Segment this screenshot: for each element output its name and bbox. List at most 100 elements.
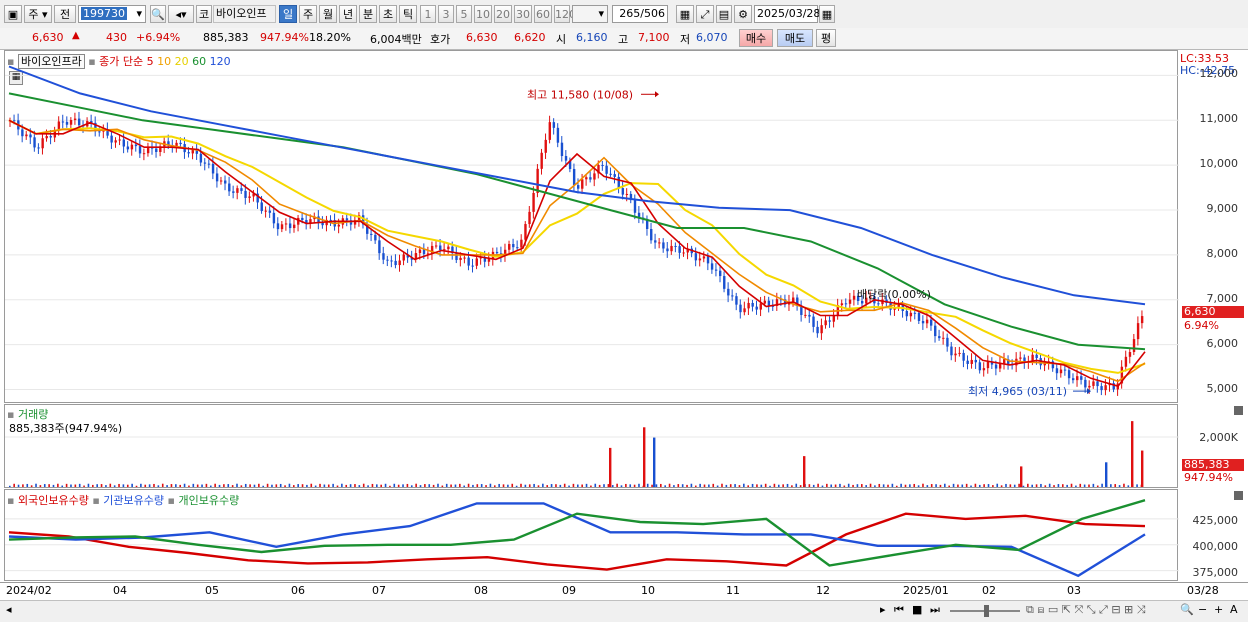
volume-bar xyxy=(865,485,867,487)
toolbar: ▣ 주 ▾ 전 199730 ▾ 🔍 ◂▾ 코 바이오인프 일 주 월 년 분 … xyxy=(0,0,1248,29)
candle-body xyxy=(122,139,125,147)
price-chart-panel[interactable]: ▪ 바이오인프라 ▪ 종가 단순 5 10 20 60 120 ▦ 최고 11,… xyxy=(4,50,1179,403)
period-day[interactable]: 일 xyxy=(279,5,297,23)
eval-button[interactable]: 평 xyxy=(816,29,836,47)
scroll-first-icon[interactable]: ⏮ xyxy=(894,603,904,617)
save-icon[interactable]: ▤ xyxy=(716,5,732,23)
interval-1[interactable]: 1 xyxy=(420,5,436,23)
volume-bar xyxy=(288,483,291,487)
type-select-2[interactable]: 전 xyxy=(54,5,76,23)
period-tick[interactable]: 틱 xyxy=(399,5,417,23)
candle-body xyxy=(114,140,117,143)
interval-120[interactable]: 120 xyxy=(554,5,576,23)
bar-count-field[interactable]: 265/506 xyxy=(612,5,668,23)
period-month[interactable]: 월 xyxy=(319,5,337,23)
price-change-pct: +6.94% xyxy=(136,31,181,44)
holding-chart-panel[interactable]: ▪ 외국인보유수량 ▪ 기관보유수량 ▪ 개인보유수량 xyxy=(4,489,1179,581)
type-select-1-label: 주 xyxy=(28,8,39,21)
volume-bar xyxy=(996,483,999,487)
period-week[interactable]: 주 xyxy=(299,5,317,23)
period-year[interactable]: 년 xyxy=(339,5,357,23)
dividend-annotation: 배당락(0.00%) xyxy=(857,288,931,301)
panel-max-icon[interactable] xyxy=(1234,406,1243,415)
volume-bar xyxy=(419,485,422,487)
candle-body xyxy=(723,276,726,289)
volume-bar xyxy=(1110,484,1112,487)
candle-body xyxy=(938,336,941,339)
candle-body xyxy=(207,163,211,165)
volume-bar xyxy=(30,485,33,487)
zoom-out-icon[interactable]: 🔍 xyxy=(1180,603,1194,616)
period-second[interactable]: 초 xyxy=(379,5,397,23)
volume-bar xyxy=(70,484,72,487)
plus-icon[interactable]: + xyxy=(1214,603,1223,616)
volume-bar xyxy=(1061,484,1064,487)
sell-button[interactable]: 매도 xyxy=(777,29,813,47)
window-menu-icon[interactable]: ▣ xyxy=(4,5,22,23)
candle-body xyxy=(390,260,393,262)
volume-bar xyxy=(812,484,815,487)
search-icon[interactable]: 🔍 xyxy=(150,5,166,23)
speaker-icon[interactable]: ◂▾ xyxy=(168,5,194,23)
candle-body xyxy=(666,248,669,252)
volume-bar xyxy=(922,483,924,487)
volume-chart-panel[interactable]: ▪ 거래량 885,383주(947.94%) xyxy=(4,404,1179,488)
date-field[interactable]: 2025/03/28 xyxy=(754,5,820,23)
grid-icon[interactable]: ▦ xyxy=(676,5,694,23)
font-size-icon[interactable]: A xyxy=(1230,603,1238,616)
zoom-slider-handle[interactable] xyxy=(984,605,989,617)
interval-60[interactable]: 60 xyxy=(534,5,552,23)
interval-5[interactable]: 5 xyxy=(456,5,472,23)
candle-body xyxy=(605,165,608,174)
chevron-down-icon[interactable]: ▾ xyxy=(136,6,142,22)
toolbar-icons[interactable]: ⧉ ⧈ ▭ ⇱ ⤧ ⤡ ⤢ ⊟ ⊞ ⤨ xyxy=(1026,603,1146,617)
scroll-left-icon[interactable]: ◂ xyxy=(6,603,12,616)
volume-bar xyxy=(48,484,50,487)
gear-icon[interactable]: ⚙ xyxy=(734,5,752,23)
candle-body xyxy=(219,180,223,182)
interval-custom-select[interactable]: ▾ xyxy=(572,5,608,23)
volume-bar xyxy=(179,484,181,487)
draw-line-icon[interactable]: ⤢ xyxy=(696,5,714,23)
type-select-1[interactable]: 주 ▾ xyxy=(24,5,52,23)
interval-20[interactable]: 20 xyxy=(494,5,512,23)
calendar-icon[interactable]: ▦ xyxy=(819,5,835,23)
interval-10[interactable]: 10 xyxy=(474,5,492,23)
stock-code-input[interactable]: 199730 ▾ xyxy=(78,5,146,23)
panel-max-icon[interactable] xyxy=(1234,491,1243,500)
candle-body xyxy=(224,180,227,184)
volume-bar xyxy=(493,485,496,487)
volume-bar xyxy=(738,485,741,487)
volume-bar xyxy=(126,484,129,487)
candle-body xyxy=(1096,381,1099,387)
stop-icon[interactable]: ■ xyxy=(912,603,922,616)
interval-3[interactable]: 3 xyxy=(438,5,454,23)
volume-bar xyxy=(633,484,636,487)
bar-count-total: /506 xyxy=(640,7,665,20)
scroll-right-icon[interactable]: ▸ xyxy=(880,603,886,616)
candle-body xyxy=(633,200,637,213)
volume-bar xyxy=(791,485,793,487)
volume-bar xyxy=(974,483,977,487)
period-minute[interactable]: 분 xyxy=(359,5,377,23)
buy-button[interactable]: 매수 xyxy=(739,29,773,47)
candle-body xyxy=(179,142,182,145)
interval-30[interactable]: 30 xyxy=(514,5,532,23)
minus-icon[interactable]: − xyxy=(1198,603,1207,616)
volume-bar xyxy=(209,485,212,487)
volume-bar xyxy=(463,485,465,487)
volume-bar xyxy=(406,483,409,487)
candle-body xyxy=(516,247,519,249)
volume-bar xyxy=(677,484,680,487)
candle-body xyxy=(942,337,945,339)
candle-body xyxy=(520,239,523,248)
volume-bar xyxy=(175,484,177,487)
candle-body xyxy=(1092,381,1095,386)
candle-body xyxy=(77,118,81,126)
volume-bar xyxy=(1048,483,1051,487)
volume-bar xyxy=(87,483,90,487)
volume-bar xyxy=(856,484,859,487)
volume-bar xyxy=(231,485,234,487)
scroll-last-icon[interactable]: ⏭ xyxy=(930,603,940,617)
volume-bar xyxy=(188,485,190,487)
